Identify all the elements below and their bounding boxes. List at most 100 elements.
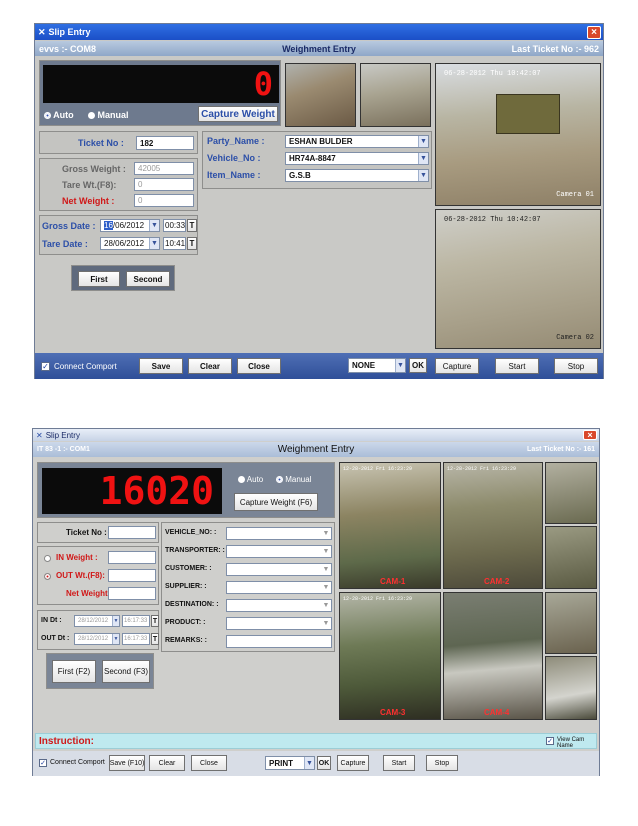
capture-button[interactable]: Capture [337,755,369,771]
destination-select[interactable]: ▼ [226,599,332,612]
capture-weight-button[interactable]: Capture Weight (F6) [234,493,318,511]
ticket-field[interactable] [108,526,156,539]
capture-weight-button[interactable]: Capture Weight [198,106,278,122]
second-button[interactable]: Second [126,271,170,287]
in-time-field[interactable]: 16:17:33 [122,615,150,627]
tare-time-field[interactable]: 10:41 [163,237,186,250]
chevron-down-icon[interactable]: ▼ [112,616,119,626]
vehicle-no-select[interactable]: HR74A-8847 ▼ [285,152,429,165]
start-button[interactable]: Start [383,755,415,771]
out-weight-radio[interactable] [44,571,51,581]
out-time-field[interactable]: 16:17:33 [122,633,150,645]
supplier-label: SUPPLIER: : [165,583,207,590]
close-button[interactable]: Close [237,358,281,374]
gross-time-field[interactable]: 00:33 [163,219,186,232]
party-name-label: Party_Name : [207,136,265,146]
mode-auto-radio[interactable]: Auto [44,110,74,120]
net-weight-field[interactable] [108,587,156,600]
chevron-down-icon[interactable]: ▼ [321,528,331,539]
chevron-down-icon[interactable]: ▼ [321,618,331,629]
remarks-label: REMARKS: : [165,637,207,644]
camera-side-feed-4[interactable] [545,656,597,720]
in-weight-radio[interactable] [44,553,51,563]
second-button[interactable]: Second (F3) [102,660,150,683]
in-time-t-button[interactable]: T [151,615,159,627]
gross-time-t-button[interactable]: T [187,219,197,232]
camera-1-feed[interactable]: 06-28-2012 Thu 10:42:07 Camera 01 [435,63,601,206]
camera-thumbnail-2[interactable] [360,63,431,127]
close-window-icon[interactable]: × [583,430,597,440]
mode-manual-radio[interactable]: Manual [276,475,311,484]
out-time-t-button[interactable]: T [151,633,159,645]
net-weight-field[interactable]: 0 [134,194,194,207]
ticket-field[interactable]: 182 [136,136,194,150]
mode-manual-radio[interactable]: Manual [88,110,129,120]
chevron-down-icon[interactable]: ▼ [304,757,314,769]
first-button[interactable]: First (F2) [52,660,96,683]
remarks-field[interactable] [226,635,332,648]
tare-date-picker[interactable]: 28/06/2012 ▼ [100,237,160,250]
save-button[interactable]: Save [139,358,183,374]
tare-weight-label: Tare Wt.(F8): [62,180,117,190]
ok-button[interactable]: OK [409,358,427,373]
tare-time-t-button[interactable]: T [187,237,197,250]
view-cam-name-checkbox[interactable]: ✓ [546,737,554,745]
camera-2-timestamp: 06-28-2012 Thu 10:42:07 [444,216,541,224]
chevron-down-icon[interactable]: ▼ [321,546,331,557]
close-button[interactable]: Close [191,755,227,771]
page-title: Weighment Entry [277,444,355,455]
chevron-down-icon[interactable]: ▼ [418,170,428,181]
gross-weight-field[interactable]: 42005 [134,162,194,175]
camera-3-feed[interactable]: 12-28-2012 Fri 16:23:29 CAM-3 [339,592,441,720]
save-button[interactable]: Save (F10) [109,755,145,771]
cam-1-label: CAM-1 [380,577,406,586]
weight-display-group: 0 Auto Manual Capture Weight [39,60,281,126]
chevron-down-icon[interactable]: ▼ [321,582,331,593]
camera-side-feed-1[interactable] [545,462,597,524]
out-date-picker[interactable]: 28/12/2012 ▼ [74,633,120,645]
in-date-picker[interactable]: 28/12/2012 ▼ [74,615,120,627]
chevron-down-icon[interactable]: ▼ [321,564,331,575]
close-window-icon[interactable]: × [587,26,601,39]
transporter-select[interactable]: ▼ [226,545,332,558]
top-title-bar: ✕ Slip Entry × [35,24,603,40]
first-button[interactable]: First [78,271,120,287]
party-name-select[interactable]: ESHAN BULDER ▼ [285,135,429,148]
start-button[interactable]: Start [495,358,539,374]
camera-side-feed-3[interactable] [545,592,597,654]
stop-button[interactable]: Stop [426,755,458,771]
camera-1-feed[interactable]: 12-28-2012 Fri 16:23:29 CAM-1 [339,462,441,589]
out-weight-field[interactable] [108,569,156,582]
vehicle-no-select[interactable]: ▼ [226,527,332,540]
printer-select[interactable]: NONE ▼ [348,358,406,373]
chevron-down-icon[interactable]: ▼ [418,153,428,164]
chevron-down-icon[interactable]: ▼ [418,136,428,147]
camera-side-feed-2[interactable] [545,526,597,589]
chevron-down-icon[interactable]: ▼ [149,220,159,231]
chevron-down-icon[interactable]: ▼ [149,238,159,249]
camera-4-feed[interactable]: CAM-4 [443,592,543,720]
chevron-down-icon[interactable]: ▼ [321,600,331,611]
printer-select[interactable]: PRINT ▼ [265,756,315,770]
capture-button[interactable]: Capture [435,358,479,374]
clear-button[interactable]: Clear [188,358,232,374]
chevron-down-icon[interactable]: ▼ [395,359,405,372]
tare-weight-field[interactable]: 0 [134,178,194,191]
camera-thumbnail-1[interactable] [285,63,356,127]
customer-select[interactable]: ▼ [226,563,332,576]
mode-auto-radio[interactable]: Auto [238,475,263,484]
product-select[interactable]: ▼ [226,617,332,630]
gross-date-picker[interactable]: 16/06/2012 ▼ [100,219,160,232]
connect-comport-checkbox[interactable]: ✓ [39,759,47,767]
camera-2-feed[interactable]: 06-28-2012 Thu 10:42:07 Camera 02 [435,209,601,349]
weights-group: Gross Weight : 42005 Tare Wt.(F8): 0 Net… [39,158,198,211]
item-name-select[interactable]: G.S.B ▼ [285,169,429,182]
clear-button[interactable]: Clear [149,755,185,771]
camera-2-feed[interactable]: 12-28-2012 Fri 16:23:29 CAM-2 [443,462,543,589]
in-weight-field[interactable] [108,551,156,564]
stop-button[interactable]: Stop [554,358,598,374]
chevron-down-icon[interactable]: ▼ [112,634,119,644]
supplier-select[interactable]: ▼ [226,581,332,594]
ok-button[interactable]: OK [317,756,331,770]
connect-comport-checkbox[interactable]: ✓ [41,362,50,371]
